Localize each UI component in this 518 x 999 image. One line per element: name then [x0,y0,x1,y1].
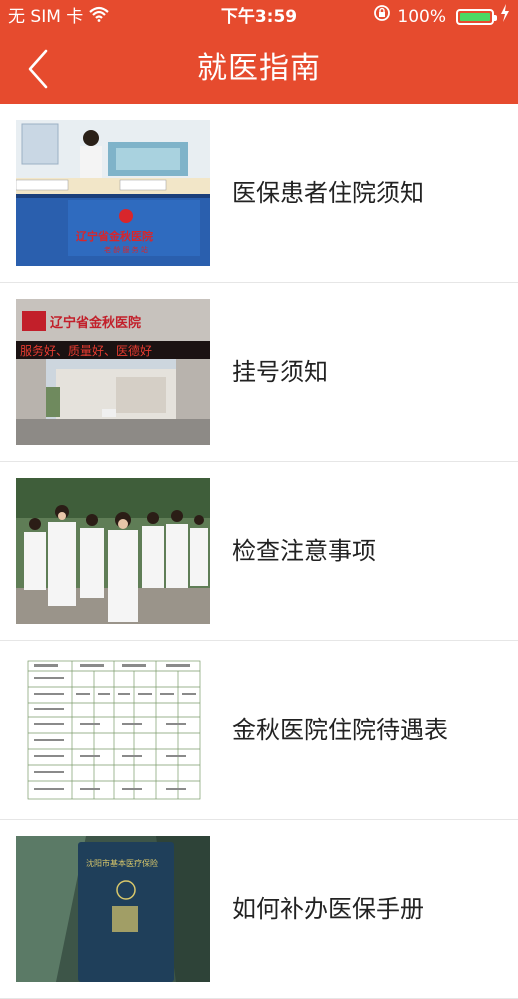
list-item-label: 金秋医院住院待遇表 [232,716,448,744]
list-item-exam-precautions[interactable]: 检查注意事项 [0,462,518,641]
svg-text:辽宁省金秋医院: 辽宁省金秋医院 [50,315,141,331]
svg-text:老 龄 服 务 站: 老 龄 服 务 站 [104,245,148,254]
list-item-label: 医保患者住院须知 [232,179,424,207]
desk-sign-text: 辽宁省金秋医院 [76,229,153,243]
orientation-lock-icon [373,0,391,34]
insurance-book-image: 沈阳市基本医疗保险 [16,836,210,982]
list-item-label: 挂号须知 [232,358,328,386]
navigation-bar: 就医指南 [0,34,518,104]
charging-icon [500,0,510,34]
medical-staff-image [16,478,210,624]
header-bar: 无 SIM 卡 下午3:59 100% 就医指南 [0,0,518,104]
guide-list: 辽宁省金秋医院 老 龄 服 务 站 医保患者住院须知 辽宁省金秋医院 服务好、质… [0,104,518,999]
battery-percent: 100% [397,7,446,27]
page-title: 就医指南 [197,51,321,86]
list-item-label: 如何补办医保手册 [232,895,424,923]
hospital-gate-image: 辽宁省金秋医院 服务好、质量好、医德好 [16,299,210,445]
list-item-reissue-insurance-book[interactable]: 沈阳市基本医疗保险 如何补办医保手册 [0,820,518,999]
svg-text:沈阳市基本医疗保险: 沈阳市基本医疗保险 [86,858,158,868]
hospital-desk-image: 辽宁省金秋医院 老 龄 服 务 站 [16,120,210,266]
svg-text:服务好、质量好、医德好: 服务好、质量好、医德好 [20,343,152,358]
status-bar: 无 SIM 卡 下午3:59 100% [0,0,518,34]
battery-icon [456,9,497,25]
list-item-benefits-table[interactable]: 金秋医院住院待遇表 [0,641,518,820]
list-item-label: 检查注意事项 [232,537,376,565]
benefits-table-image [16,657,210,803]
list-item-registration-notice[interactable]: 辽宁省金秋医院 服务好、质量好、医德好 挂号须知 [0,283,518,462]
list-item-inpatient-notice[interactable]: 辽宁省金秋医院 老 龄 服 务 站 医保患者住院须知 [0,104,518,283]
